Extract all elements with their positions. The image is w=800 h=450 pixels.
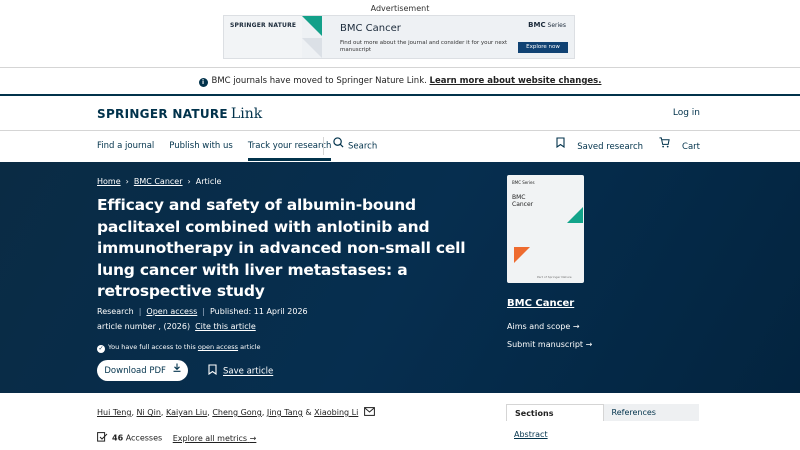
- aims-scope-link[interactable]: Aims and scope →: [507, 322, 580, 331]
- author-link[interactable]: Ni Qin: [137, 408, 161, 417]
- toc-tabs: Sections References: [506, 404, 699, 421]
- divider: [0, 94, 800, 96]
- access-note: ✓ You have full access to this open acces…: [97, 343, 261, 353]
- access-open-access-link[interactable]: open access: [198, 343, 238, 351]
- ad-brand: SPRINGER NATURE: [230, 22, 297, 29]
- tab-references[interactable]: References: [603, 404, 699, 421]
- cart-icon: [659, 131, 670, 161]
- check-circle-icon: ✓: [97, 345, 105, 353]
- info-icon: i: [198, 78, 208, 87]
- nav-publish-with-us[interactable]: Publish with us: [169, 131, 233, 161]
- cart-link[interactable]: Cart: [651, 131, 700, 162]
- author-link[interactable]: Jing Tang: [267, 408, 303, 417]
- cite-link[interactable]: Cite this article: [195, 322, 256, 331]
- breadcrumb-journal[interactable]: BMC Cancer: [134, 177, 183, 186]
- ad-triangle-grey: [302, 38, 322, 58]
- user-nav: Saved research Cart: [540, 131, 700, 162]
- author-link[interactable]: Hui Teng: [97, 408, 131, 417]
- search-button[interactable]: Search: [333, 131, 377, 162]
- accesses-count: 46: [112, 433, 124, 443]
- article-number-row: article number , (2026) Cite this article: [97, 322, 256, 331]
- ad-series-logo: BMC Series: [528, 21, 566, 29]
- springer-nature-link-logo[interactable]: SPRINGER NATURE Link: [97, 106, 262, 122]
- access-suffix: article: [240, 343, 261, 351]
- submit-manuscript-link[interactable]: Submit manuscript →: [507, 340, 592, 349]
- author-list: Hui Teng, Ni Qin, Kaiyan Liu, Cheng Gong…: [97, 407, 379, 418]
- ad-banner[interactable]: SPRINGER NATURE BMC Cancer Find out more…: [223, 15, 575, 59]
- nav-track-research[interactable]: Track your research: [247, 131, 332, 161]
- author-link[interactable]: Xiaobing Li: [314, 408, 358, 417]
- search-label: Search: [348, 141, 378, 152]
- breadcrumb-current: Article: [195, 177, 222, 186]
- article-hero: Home › BMC Cancer › Article Efficacy and saf…: [0, 162, 800, 393]
- chevron-right-icon: ›: [125, 177, 129, 186]
- cover-triangle-green: [567, 207, 583, 223]
- cover-title: BMC Cancer: [512, 194, 534, 208]
- email-icon[interactable]: [363, 407, 375, 418]
- article-type: Research: [97, 307, 134, 316]
- ad-triangle-green: [302, 16, 322, 36]
- ad-title: BMC Cancer: [340, 23, 401, 34]
- advertisement-label: Advertisement: [370, 4, 430, 13]
- main-nav: Find a journal Publish with us Track you…: [97, 131, 346, 161]
- ad-explore-button[interactable]: Explore now: [518, 42, 568, 53]
- cover-series: BMC Series: [512, 180, 535, 185]
- nav-find-journal[interactable]: Find a journal: [97, 131, 154, 161]
- explore-metrics-link[interactable]: Explore all metrics →: [173, 434, 257, 443]
- author-link[interactable]: Kaiyan Liu: [166, 408, 207, 417]
- breadcrumb-home[interactable]: Home: [97, 177, 121, 186]
- published-date: Published: 11 April 2026: [209, 307, 308, 316]
- breadcrumb: Home › BMC Cancer › Article: [97, 177, 221, 186]
- nav-divider: [323, 137, 324, 155]
- accesses-icon: [97, 432, 108, 444]
- search-icon: [333, 131, 344, 161]
- ad-description: Find out more about the journal and cons…: [340, 40, 508, 53]
- metrics-row: 46 Accesses Explore all metrics →: [97, 432, 256, 444]
- access-prefix: You have full access to this: [108, 343, 196, 351]
- bookmark-icon: [208, 364, 217, 378]
- open-access-link[interactable]: Open access: [146, 307, 197, 316]
- chevron-right-icon: ›: [187, 177, 191, 186]
- save-article-button[interactable]: Save article: [208, 364, 273, 378]
- download-pdf-label: Download PDF: [104, 366, 166, 376]
- cover-triangle-orange: [514, 247, 530, 263]
- logo-link-word: Link: [230, 106, 263, 122]
- ad-brand-panel: SPRINGER NATURE: [224, 16, 302, 58]
- download-pdf-button[interactable]: Download PDF: [97, 360, 188, 381]
- journal-cover[interactable]: BMC Series BMC Cancer Part of Springer Na…: [507, 175, 584, 283]
- article-title: Efficacy and safety of albumin-bound pac…: [97, 196, 466, 300]
- login-link[interactable]: Log in: [673, 108, 700, 118]
- saved-research-label: Saved research: [577, 141, 644, 152]
- article-meta: Research | Open access | Published: 11 April…: [97, 307, 308, 316]
- download-icon: [173, 360, 181, 381]
- logo-brand: SPRINGER NATURE: [97, 107, 228, 121]
- tab-sections[interactable]: Sections: [506, 404, 604, 421]
- save-article-label: Save article: [223, 366, 274, 377]
- arrow-right-icon: →: [249, 433, 257, 443]
- accesses-label: Accesses: [125, 433, 163, 443]
- notice-link[interactable]: Learn more about website changes.: [430, 76, 602, 86]
- bookmark-icon: [556, 131, 565, 161]
- cart-label: Cart: [682, 141, 700, 152]
- notice-bar: i BMC journals have moved to Springer Nat…: [0, 68, 800, 94]
- saved-research-link[interactable]: Saved research: [548, 131, 643, 162]
- arrow-right-icon: →: [572, 322, 580, 331]
- toc-abstract-link[interactable]: Abstract: [514, 430, 548, 439]
- notice-text: BMC journals have moved to Springer Natu…: [211, 76, 427, 86]
- article-number: article number , (2026): [97, 322, 191, 331]
- journal-link[interactable]: BMC Cancer: [507, 298, 574, 309]
- arrow-right-icon: →: [585, 340, 593, 349]
- author-link[interactable]: Cheng Gong: [212, 408, 262, 417]
- cover-footer: Part of Springer Nature: [537, 275, 572, 279]
